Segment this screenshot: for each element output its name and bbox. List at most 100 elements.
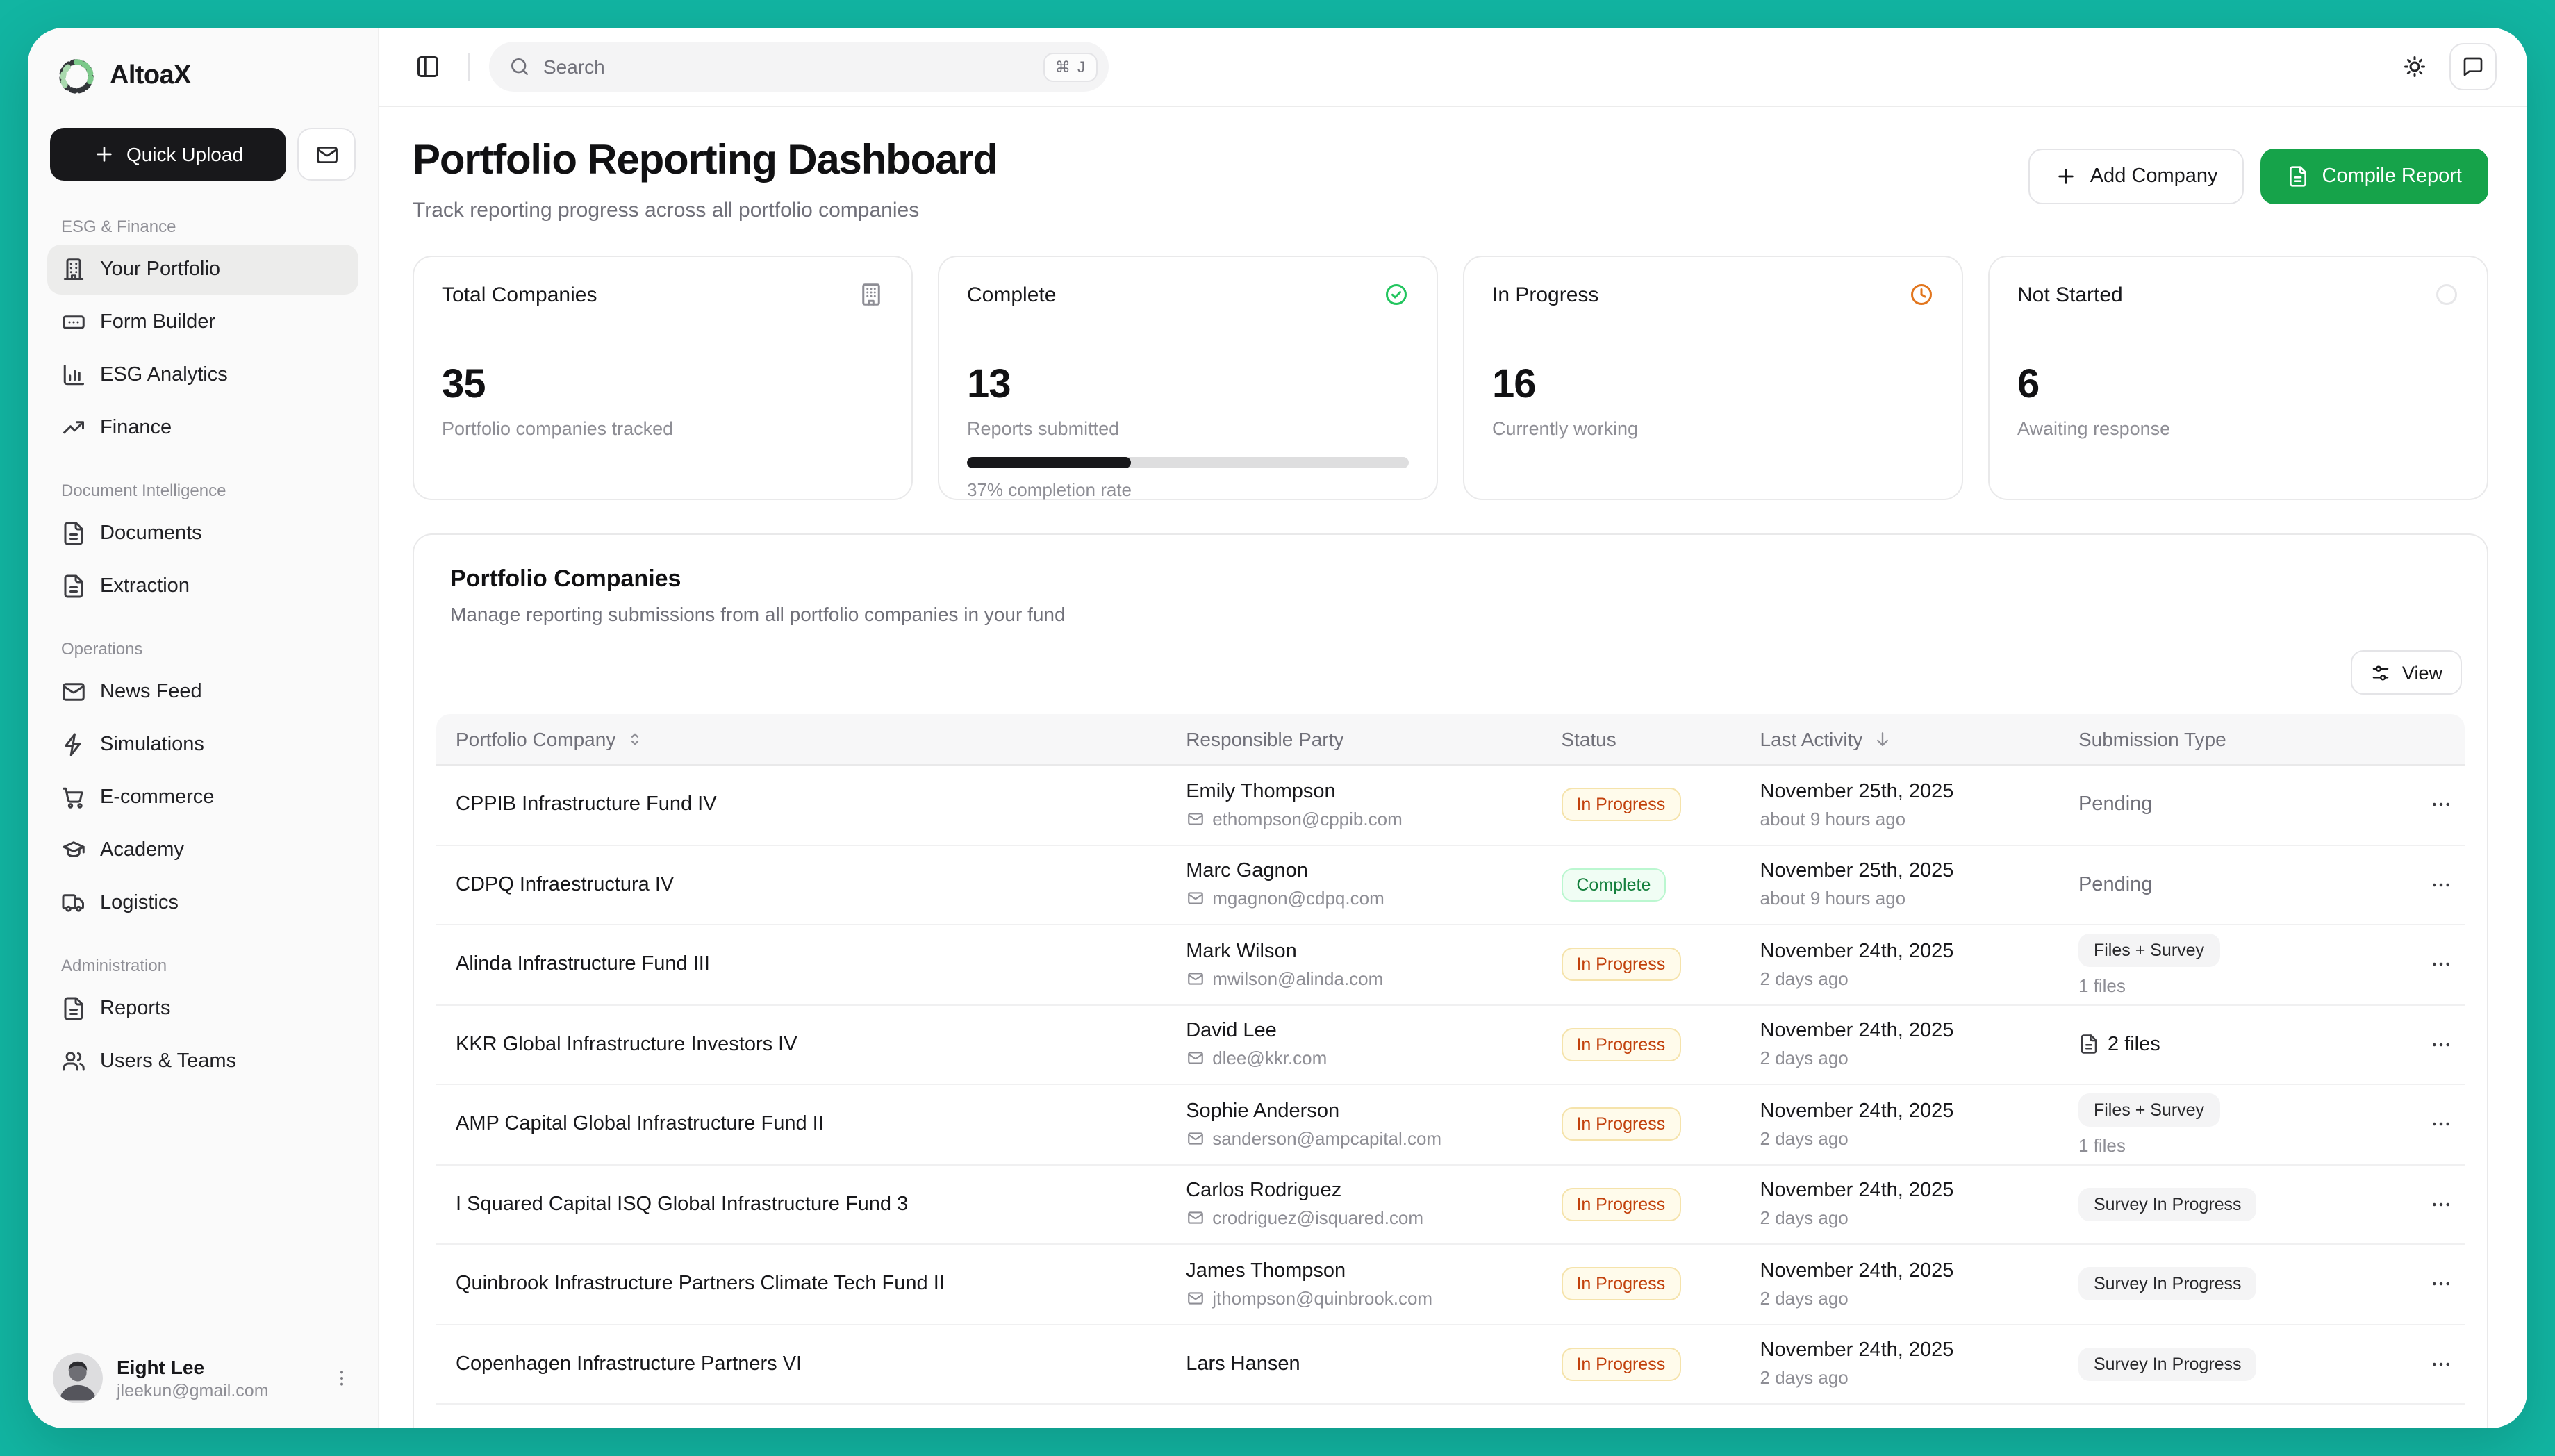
contact-email: dlee@kkr.com bbox=[1186, 1048, 1522, 1069]
stat-sublabel: Awaiting response bbox=[2017, 418, 2459, 439]
sidebar-item-simulations[interactable]: Simulations bbox=[47, 720, 358, 770]
sidebar-item-label: E-commerce bbox=[100, 786, 214, 809]
user-menu-dots-icon[interactable] bbox=[331, 1367, 353, 1389]
table-row[interactable]: CPPIB Infrastructure Fund IV Emily Thomp… bbox=[436, 766, 2465, 845]
nav-section-label: Operations bbox=[61, 639, 345, 659]
table-row[interactable]: Copenhagen Infrastructure Partners VI La… bbox=[436, 1325, 2465, 1405]
table-row[interactable]: KKR Global Infrastructure Investors IV D… bbox=[436, 1005, 2465, 1085]
sidebar-item-label: Documents bbox=[100, 522, 202, 545]
chat-button[interactable] bbox=[2449, 43, 2497, 90]
mail-icon bbox=[1186, 1130, 1204, 1148]
file-text-icon bbox=[61, 996, 86, 1021]
row-menu-button[interactable] bbox=[2429, 872, 2454, 897]
stat-label: Complete bbox=[967, 283, 1056, 306]
sidebar-item-form-builder[interactable]: Form Builder bbox=[47, 297, 358, 347]
nav-section: Document Intelligence Documents Extracti… bbox=[47, 481, 358, 611]
page-subtitle: Track reporting progress across all port… bbox=[413, 199, 998, 222]
contact-email: ethompson@cppib.com bbox=[1186, 809, 1522, 829]
sidebar-item-documents[interactable]: Documents bbox=[47, 508, 358, 559]
row-menu-button[interactable] bbox=[2429, 1112, 2454, 1137]
files-count: 1 files bbox=[2078, 975, 2324, 996]
row-menu-button[interactable] bbox=[2429, 1272, 2454, 1297]
view-button[interactable]: View bbox=[2351, 650, 2462, 695]
last-activity-relative: 2 days ago bbox=[1760, 1048, 2040, 1069]
stat-label: Total Companies bbox=[442, 283, 597, 306]
sidebar-toggle-button[interactable] bbox=[407, 46, 449, 88]
search-icon bbox=[508, 56, 531, 78]
status-badge: In Progress bbox=[1561, 1108, 1680, 1141]
quick-upload-button[interactable]: Quick Upload bbox=[50, 128, 286, 181]
row-menu-button[interactable] bbox=[2429, 793, 2454, 818]
sidebar-item-news-feed[interactable]: News Feed bbox=[47, 667, 358, 717]
contact-name: Lars Hansen bbox=[1186, 1353, 1522, 1375]
row-menu-button[interactable] bbox=[2429, 1352, 2454, 1377]
building-icon bbox=[859, 282, 884, 307]
topbar-separator bbox=[468, 53, 470, 81]
contact-email: crodriguez@isquared.com bbox=[1186, 1208, 1522, 1229]
status-badge: In Progress bbox=[1561, 1348, 1680, 1381]
table-row[interactable]: I Squared Capital ISQ Global Infrastruct… bbox=[436, 1165, 2465, 1245]
row-menu-button[interactable] bbox=[2429, 1032, 2454, 1057]
mail-shortcut-button[interactable] bbox=[297, 128, 356, 181]
search-shortcut-badge: ⌘ J bbox=[1044, 52, 1098, 81]
table-row[interactable]: AMP Capital Global Infrastructure Fund I… bbox=[436, 1085, 2465, 1165]
status-badge: In Progress bbox=[1561, 1268, 1680, 1301]
sidebar-item-esg-analytics[interactable]: ESG Analytics bbox=[47, 350, 358, 400]
portfolio-companies-card: Portfolio Companies Manage reporting sub… bbox=[413, 533, 2488, 1428]
table-row[interactable]: CDPQ Infraestructura IV Marc Gagnon mgag… bbox=[436, 845, 2465, 925]
sidebar-item-users-teams[interactable]: Users & Teams bbox=[47, 1036, 358, 1086]
sidebar-item-logistics[interactable]: Logistics bbox=[47, 878, 358, 928]
compile-report-button[interactable]: Compile Report bbox=[2261, 149, 2489, 204]
contact-email: mwilson@alinda.com bbox=[1186, 968, 1522, 989]
column-header: Responsible Party bbox=[1186, 728, 1343, 750]
submission-type-badge: Survey In Progress bbox=[2078, 1268, 2257, 1301]
sidebar-item-finance[interactable]: Finance bbox=[47, 403, 358, 453]
stat-label: Not Started bbox=[2017, 283, 2123, 306]
file-text-icon bbox=[2078, 1034, 2099, 1055]
submission-type-badge: Survey In Progress bbox=[2078, 1188, 2257, 1221]
arrow-down-icon[interactable] bbox=[1872, 729, 1892, 749]
search-input[interactable]: Search ⌘ J bbox=[489, 42, 1109, 92]
company-name: CDPQ Infraestructura IV bbox=[436, 874, 1166, 896]
submission-type-badge: Files + Survey bbox=[2078, 934, 2219, 967]
sidebar-item-e-commerce[interactable]: E-commerce bbox=[47, 772, 358, 822]
row-menu-button[interactable] bbox=[2429, 1192, 2454, 1217]
nav-section: Operations News Feed Simulations E-comme… bbox=[47, 639, 358, 928]
last-activity-relative: 2 days ago bbox=[1760, 1288, 2040, 1309]
grad-cap-icon bbox=[61, 838, 86, 863]
theme-toggle-button[interactable] bbox=[2394, 46, 2436, 88]
contact-email: mgagnon@cdpq.com bbox=[1186, 888, 1522, 909]
contact-name: Marc Gagnon bbox=[1186, 861, 1522, 883]
sidebar-item-your-portfolio[interactable]: Your Portfolio bbox=[47, 245, 358, 295]
row-menu-button[interactable] bbox=[2429, 952, 2454, 977]
last-activity-relative: about 9 hours ago bbox=[1760, 809, 2040, 829]
contact-email: sanderson@ampcapital.com bbox=[1186, 1128, 1522, 1149]
nav-section-label: ESG & Finance bbox=[61, 217, 345, 236]
sidebar-item-academy[interactable]: Academy bbox=[47, 825, 358, 875]
app-name: AltoaX bbox=[110, 61, 191, 92]
status-badge: In Progress bbox=[1561, 1188, 1680, 1221]
page-title: Portfolio Reporting Dashboard bbox=[413, 138, 998, 185]
files-link[interactable]: 2 files bbox=[2078, 1034, 2324, 1056]
sidebar-item-label: Simulations bbox=[100, 734, 204, 756]
section-subtitle: Manage reporting submissions from all po… bbox=[450, 603, 2451, 625]
table-row[interactable]: Quinbrook Infrastructure Partners Climat… bbox=[436, 1245, 2465, 1325]
stat-card-not-started: Not Started 6 Awaiting response bbox=[1988, 256, 2488, 500]
add-company-button[interactable]: Add Company bbox=[2029, 149, 2244, 204]
last-activity-date: November 24th, 2025 bbox=[1760, 1020, 2040, 1043]
page-content: Portfolio Reporting Dashboard Track repo… bbox=[379, 107, 2527, 1428]
user-row[interactable]: Eight Lee jleekun@gmail.com bbox=[47, 1345, 358, 1403]
chevrons-up-down-icon[interactable] bbox=[625, 729, 645, 749]
company-name: AMP Capital Global Infrastructure Fund I… bbox=[436, 1114, 1166, 1136]
column-header: Submission Type bbox=[2078, 728, 2226, 750]
file-text-icon bbox=[61, 521, 86, 546]
submission-type: Pending bbox=[2078, 874, 2152, 896]
sidebar-item-reports[interactable]: Reports bbox=[47, 984, 358, 1034]
users-icon bbox=[61, 1049, 86, 1074]
sliders-icon bbox=[2370, 662, 2391, 683]
last-activity-date: November 24th, 2025 bbox=[1760, 1260, 2040, 1282]
table-row[interactable]: Alinda Infrastructure Fund III Mark Wils… bbox=[436, 925, 2465, 1005]
submission-type: Pending bbox=[2078, 794, 2152, 816]
stat-value: 16 bbox=[1492, 363, 1934, 408]
sidebar-item-extraction[interactable]: Extraction bbox=[47, 561, 358, 611]
